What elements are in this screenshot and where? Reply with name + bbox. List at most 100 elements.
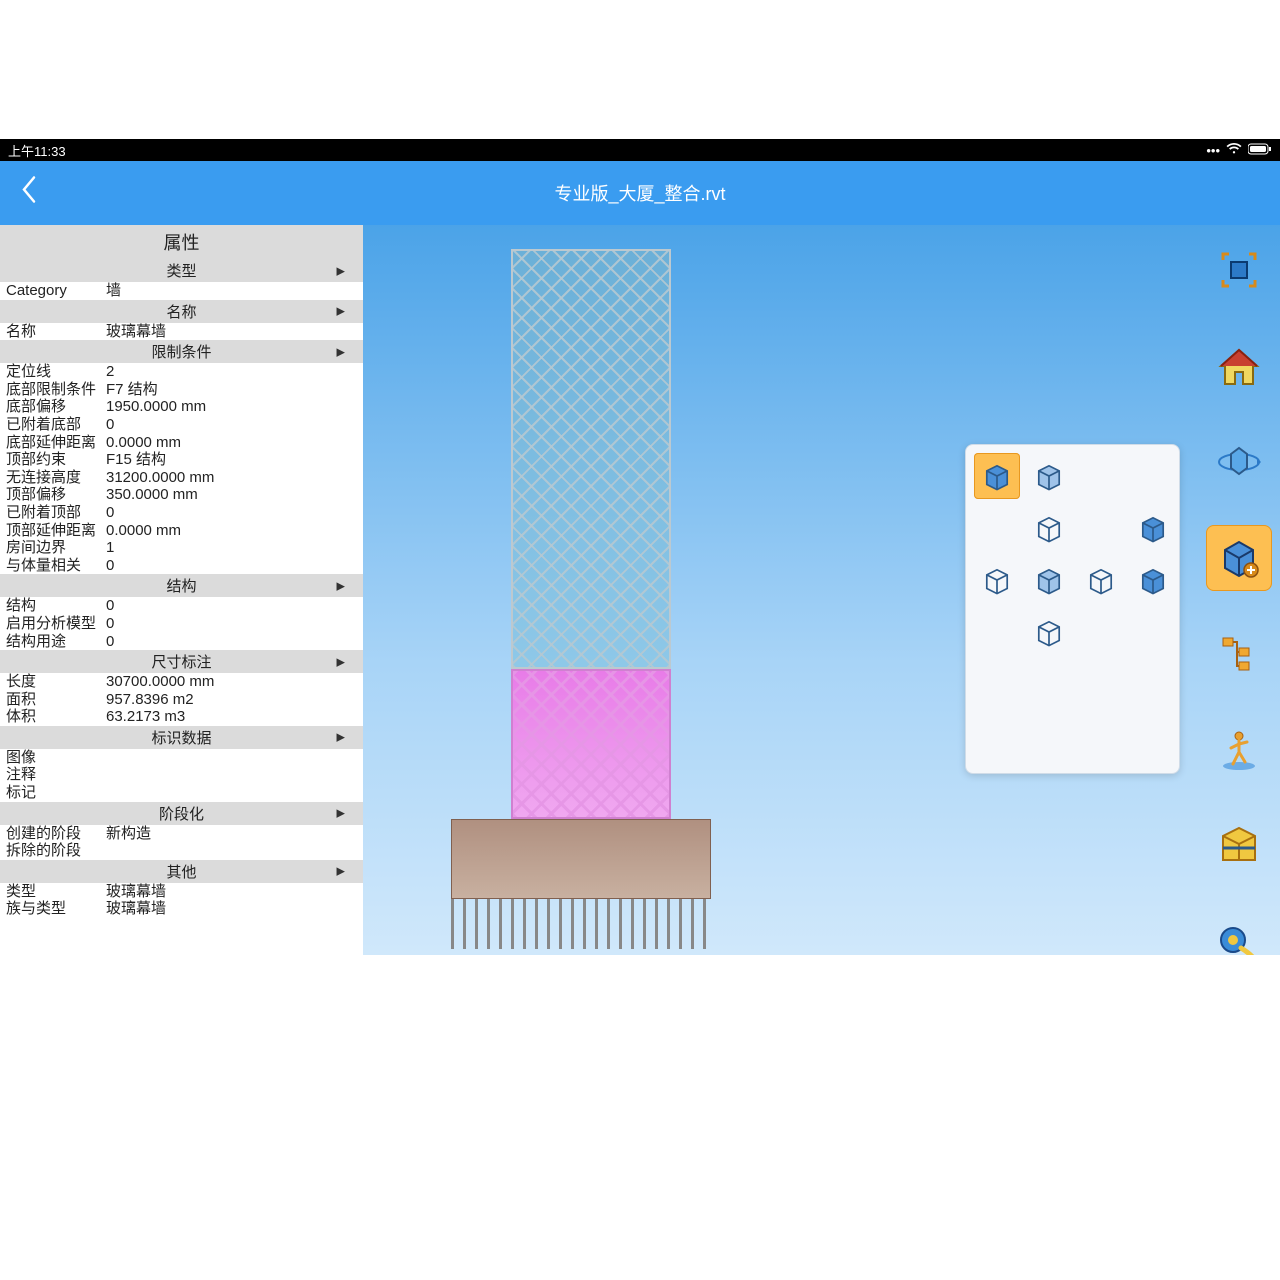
property-row: 结构用途0: [0, 633, 363, 651]
chevron-right-icon: ▶: [337, 345, 345, 358]
property-value: F7 结构: [106, 381, 357, 399]
property-value: 0: [106, 633, 357, 651]
property-value: 0: [106, 597, 357, 615]
property-label: 无连接高度: [6, 469, 106, 487]
property-row: 图像: [0, 749, 363, 767]
property-value: 0: [106, 615, 357, 633]
property-row: 定位线2: [0, 363, 363, 381]
property-label: 底部延伸距离: [6, 434, 106, 452]
file-title: 专业版_大厦_整合.rvt: [554, 180, 725, 206]
property-row: 顶部延伸距离0.0000 mm: [0, 522, 363, 540]
property-label: 房间边界: [6, 539, 106, 557]
property-label: 类型: [6, 883, 106, 901]
property-value: 63.2173 m3: [106, 708, 357, 726]
property-label: Category: [6, 282, 106, 300]
property-row: 启用分析模型0: [0, 615, 363, 633]
measure-icon[interactable]: [1206, 909, 1272, 955]
property-value: 玻璃幕墙: [106, 883, 357, 901]
tree-icon[interactable]: [1206, 621, 1272, 687]
more-icon: •••: [1206, 143, 1220, 158]
property-row: 底部偏移1950.0000 mm: [0, 398, 363, 416]
property-value: [106, 784, 357, 802]
section-header-name[interactable]: 名称▶: [0, 300, 363, 323]
visual-style-wire-dark[interactable]: [974, 557, 1020, 603]
section-header-other[interactable]: 其他▶: [0, 860, 363, 883]
property-value: 墙: [106, 282, 357, 300]
battery-icon: [1248, 143, 1272, 158]
section-header-structure[interactable]: 结构▶: [0, 574, 363, 597]
property-row: 无连接高度31200.0000 mm: [0, 469, 363, 487]
visual-style-shaded-light[interactable]: [1026, 557, 1072, 603]
chevron-right-icon: ▶: [337, 655, 345, 668]
visual-style-hidden-line[interactable]: [1078, 557, 1124, 603]
property-label: 定位线: [6, 363, 106, 381]
property-row: 类型玻璃幕墙: [0, 883, 363, 901]
property-value: F15 结构: [106, 451, 357, 469]
visual-style-shaded-transparent[interactable]: [1026, 453, 1072, 499]
properties-panel-title: 属性: [0, 225, 363, 259]
chevron-right-icon: ▶: [337, 579, 345, 592]
property-row: 房间边界1: [0, 539, 363, 557]
back-button[interactable]: [20, 176, 38, 211]
section-icon[interactable]: [1206, 813, 1272, 879]
orbit-icon[interactable]: [1206, 429, 1272, 495]
property-value: 0: [106, 557, 357, 575]
property-row: 创建的阶段新构造: [0, 825, 363, 843]
section-header-identity[interactable]: 标识数据▶: [0, 726, 363, 749]
fullscreen-icon[interactable]: [1206, 237, 1272, 303]
property-label: 面积: [6, 691, 106, 709]
visual-style-solid-blue[interactable]: [1130, 505, 1176, 551]
property-row: Category墙: [0, 282, 363, 300]
property-row: 顶部约束F15 结构: [0, 451, 363, 469]
property-label: 注释: [6, 766, 106, 784]
property-value: 350.0000 mm: [106, 486, 357, 504]
visual-style-realistic[interactable]: [1130, 557, 1176, 603]
property-value: 新构造: [106, 825, 357, 843]
property-row: 名称玻璃幕墙: [0, 323, 363, 341]
property-label: 名称: [6, 323, 106, 341]
visual-style-wireframe[interactable]: [1026, 505, 1072, 551]
property-label: 顶部偏移: [6, 486, 106, 504]
property-value: 1950.0000 mm: [106, 398, 357, 416]
property-label: 拆除的阶段: [6, 842, 106, 860]
visual-style-shaded-solid[interactable]: [974, 453, 1020, 499]
chevron-right-icon: ▶: [337, 305, 345, 318]
chevron-right-icon: ▶: [337, 807, 345, 820]
right-toolbar: [1204, 237, 1274, 955]
property-row: 体积63.2173 m3: [0, 708, 363, 726]
home-icon[interactable]: [1206, 333, 1272, 399]
building-model[interactable]: [411, 249, 711, 949]
walk-icon[interactable]: [1206, 717, 1272, 783]
property-row: 已附着顶部0: [0, 504, 363, 522]
property-label: 族与类型: [6, 900, 106, 918]
property-value: 0.0000 mm: [106, 522, 357, 540]
visual-style-ghost[interactable]: [1026, 609, 1072, 655]
property-row: 底部限制条件F7 结构: [0, 381, 363, 399]
chevron-right-icon: ▶: [337, 731, 345, 744]
section-header-type[interactable]: 类型▶: [0, 259, 363, 282]
title-bar: 专业版_大厦_整合.rvt: [0, 161, 1280, 225]
3d-viewport[interactable]: [363, 225, 1280, 955]
property-row: 顶部偏移350.0000 mm: [0, 486, 363, 504]
property-row: 拆除的阶段: [0, 842, 363, 860]
property-row: 底部延伸距离0.0000 mm: [0, 434, 363, 452]
property-value: 1: [106, 539, 357, 557]
chevron-right-icon: ▶: [337, 264, 345, 277]
property-value: 0.0000 mm: [106, 434, 357, 452]
property-label: 图像: [6, 749, 106, 767]
visual-style-popup: [965, 444, 1180, 774]
section-header-dimensions[interactable]: 尺寸标注▶: [0, 650, 363, 673]
property-row: 长度30700.0000 mm: [0, 673, 363, 691]
properties-panel: 属性 类型▶Category墙名称▶名称玻璃幕墙限制条件▶定位线2底部限制条件F…: [0, 225, 363, 955]
property-label: 与体量相关: [6, 557, 106, 575]
property-label: 底部限制条件: [6, 381, 106, 399]
property-value: 2: [106, 363, 357, 381]
property-label: 已附着顶部: [6, 504, 106, 522]
property-value: [106, 842, 357, 860]
section-header-phasing[interactable]: 阶段化▶: [0, 802, 363, 825]
section-header-constraints[interactable]: 限制条件▶: [0, 340, 363, 363]
property-label: 顶部约束: [6, 451, 106, 469]
visual-style-icon[interactable]: [1206, 525, 1272, 591]
property-value: 31200.0000 mm: [106, 469, 357, 487]
property-value: [106, 749, 357, 767]
